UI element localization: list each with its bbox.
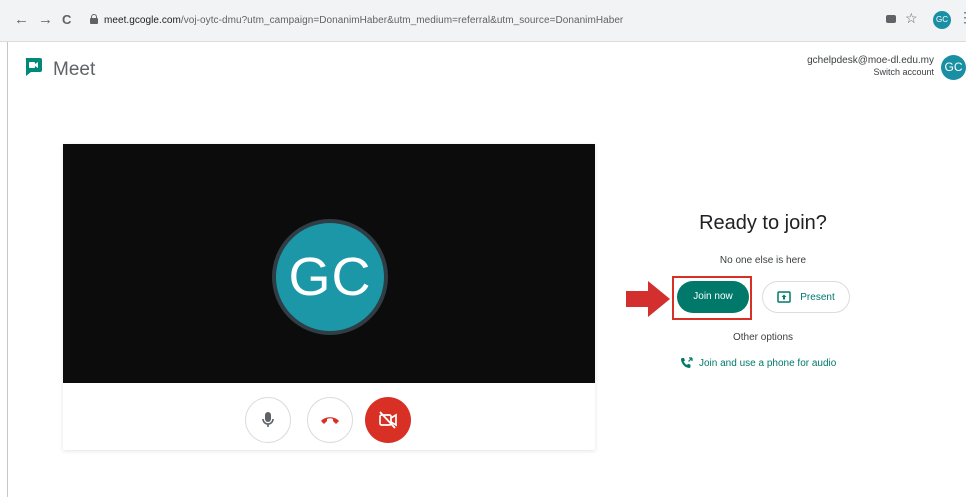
participants-status: No one else is here [719, 255, 807, 266]
phone-audio-link[interactable]: Join and use a phone for audio [680, 356, 846, 370]
camera-off-icon [379, 411, 397, 429]
microphone-button[interactable] [245, 397, 291, 443]
address-bar[interactable]: meet.gcogle.com/voj-oytc-dmu?utm_campaig… [84, 6, 874, 36]
present-button[interactable]: Present [762, 281, 850, 313]
back-icon[interactable]: ← [14, 12, 29, 28]
extension-icon[interactable] [886, 15, 896, 23]
preview-avatar: GC [272, 219, 388, 335]
app-title: Meet [53, 59, 96, 80]
phone-audio-label: Join and use a phone for audio [699, 357, 837, 369]
switch-account-link[interactable]: Switch account [873, 67, 934, 77]
present-label: Present [800, 291, 835, 303]
present-screen-icon [777, 291, 792, 303]
join-now-button[interactable]: Join now [677, 281, 749, 313]
meet-logo-icon[interactable] [22, 55, 44, 77]
browser-profile-avatar[interactable]: GC [933, 11, 951, 29]
browser-toolbar: ← → C meet.gcogle.com/voj-oytc-dmu?utm_c… [0, 0, 966, 42]
annotation-arrow-icon [626, 281, 670, 317]
other-options-label: Other options [732, 332, 794, 343]
ready-to-join-heading: Ready to join? [699, 212, 827, 234]
window-edge [7, 42, 8, 497]
leave-call-button[interactable] [307, 397, 353, 443]
account-avatar[interactable]: GC [941, 55, 966, 80]
forward-icon[interactable]: → [38, 12, 53, 28]
microphone-icon [262, 412, 274, 427]
reload-icon[interactable]: C [62, 12, 71, 28]
lock-icon [90, 14, 98, 24]
browser-menu-icon[interactable]: ⋮ [958, 10, 966, 24]
camera-toggle-button[interactable] [365, 397, 411, 443]
hang-up-icon [321, 417, 339, 424]
bookmark-star-icon[interactable]: ☆ [905, 10, 918, 27]
phone-icon [681, 357, 693, 368]
account-email: gchelpdesk@moe-dl.edu.my [807, 55, 934, 66]
url-text: meet.gcogle.com/voj-oytc-dmu?utm_campaig… [104, 15, 624, 26]
